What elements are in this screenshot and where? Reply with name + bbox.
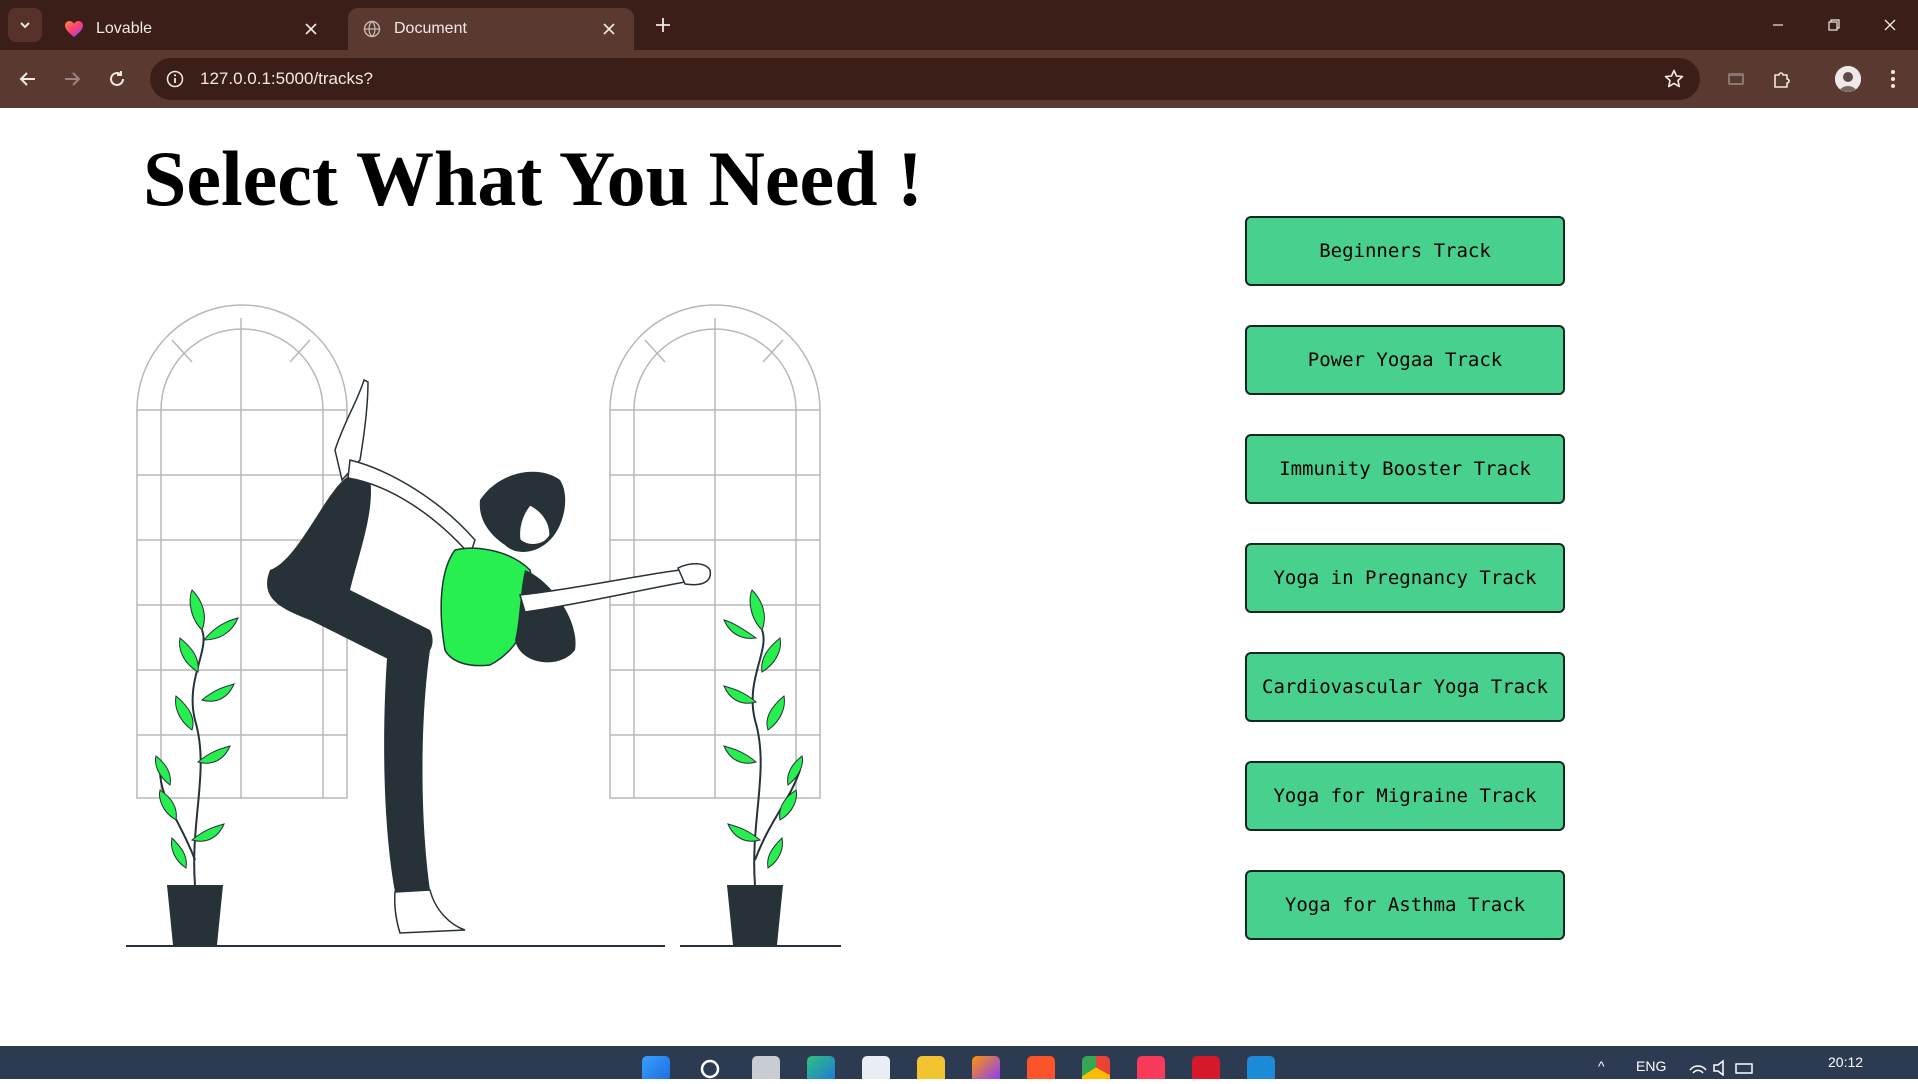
- office-app-icon[interactable]: [1192, 1056, 1220, 1079]
- close-window-button[interactable]: [1870, 8, 1910, 42]
- chevron-down-icon: [20, 22, 30, 29]
- cardiovascular-yoga-track-button[interactable]: Cardiovascular Yoga Track: [1245, 652, 1565, 722]
- windows-start-icon[interactable]: [642, 1056, 670, 1079]
- restore-icon: [1828, 19, 1840, 31]
- yoga-woman-figure: [267, 378, 712, 934]
- network-volume-battery-icons[interactable]: [1688, 1058, 1758, 1077]
- heart-icon: [64, 19, 84, 39]
- file-explorer-icon[interactable]: [917, 1056, 945, 1079]
- restore-button[interactable]: [1814, 8, 1854, 42]
- beginners-track-button[interactable]: Beginners Track: [1245, 216, 1565, 286]
- browser-toolbar: 127.0.0.1:5000/tracks?: [0, 50, 1918, 108]
- right-arched-window: [609, 304, 821, 799]
- plus-icon: [656, 18, 670, 32]
- edge-browser-icon[interactable]: [807, 1056, 835, 1079]
- right-potted-plant: [723, 589, 803, 945]
- tab-document[interactable]: Document: [348, 8, 634, 50]
- profile-avatar[interactable]: [1835, 66, 1861, 92]
- os-taskbar: ^ ENG 20:12: [0, 1046, 1918, 1079]
- left-potted-plant: [155, 589, 239, 945]
- arrow-right-icon: [65, 72, 81, 86]
- yoga-asthma-track-button[interactable]: Yoga for Asthma Track: [1245, 870, 1565, 940]
- page-title: Select What You Need !: [143, 135, 923, 222]
- url-text[interactable]: 127.0.0.1:5000/tracks?: [200, 69, 1662, 89]
- firefox-icon[interactable]: [972, 1056, 1000, 1079]
- new-tab-button[interactable]: [650, 12, 676, 38]
- tab-lovable[interactable]: Lovable: [50, 8, 336, 50]
- system-tray-chevron-icon[interactable]: ^: [1598, 1058, 1605, 1074]
- search-icon[interactable]: [697, 1056, 725, 1079]
- language-indicator[interactable]: ENG: [1636, 1058, 1666, 1074]
- cast-media-icon[interactable]: [1720, 63, 1752, 95]
- chrome-browser-icon[interactable]: [1082, 1056, 1110, 1079]
- clock-time[interactable]: 20:12: [1828, 1054, 1863, 1070]
- close-icon: [1884, 19, 1896, 31]
- site-info-icon[interactable]: [164, 68, 186, 90]
- task-view-icon[interactable]: [752, 1056, 780, 1079]
- yoga-pose-illustration: [126, 304, 841, 947]
- store-icon[interactable]: [862, 1056, 890, 1079]
- minimize-button[interactable]: [1758, 8, 1798, 42]
- tab-search-button[interactable]: [8, 8, 42, 42]
- minimize-icon: [1773, 24, 1783, 26]
- menu-kebab-icon[interactable]: [1877, 63, 1909, 95]
- tab-title: Lovable: [96, 20, 153, 37]
- forward-button[interactable]: [56, 63, 88, 95]
- tab-strip: Lovable Document: [0, 0, 1918, 50]
- globe-icon: [362, 19, 382, 39]
- yoga-pregnancy-track-button[interactable]: Yoga in Pregnancy Track: [1245, 543, 1565, 613]
- close-tab-icon[interactable]: [598, 18, 620, 40]
- power-yoga-track-button[interactable]: Power Yogaa Track: [1245, 325, 1565, 395]
- vscode-icon[interactable]: [1247, 1056, 1275, 1079]
- bookmark-star-icon[interactable]: [1662, 67, 1686, 91]
- reload-icon: [110, 71, 124, 86]
- track-button-list: Beginners Track Power Yogaa Track Immuni…: [1245, 216, 1565, 979]
- arrow-left-icon: [19, 72, 35, 86]
- address-bar[interactable]: 127.0.0.1:5000/tracks?: [150, 58, 1700, 100]
- reload-button[interactable]: [101, 63, 133, 95]
- extensions-puzzle-icon[interactable]: [1766, 63, 1798, 95]
- brave-browser-icon[interactable]: [1027, 1056, 1055, 1079]
- close-tab-icon[interactable]: [300, 18, 322, 40]
- immunity-booster-track-button[interactable]: Immunity Booster Track: [1245, 434, 1565, 504]
- tab-title: Document: [394, 20, 467, 37]
- back-button[interactable]: [12, 63, 44, 95]
- yoga-migraine-track-button[interactable]: Yoga for Migraine Track: [1245, 761, 1565, 831]
- music-app-icon[interactable]: [1137, 1056, 1165, 1079]
